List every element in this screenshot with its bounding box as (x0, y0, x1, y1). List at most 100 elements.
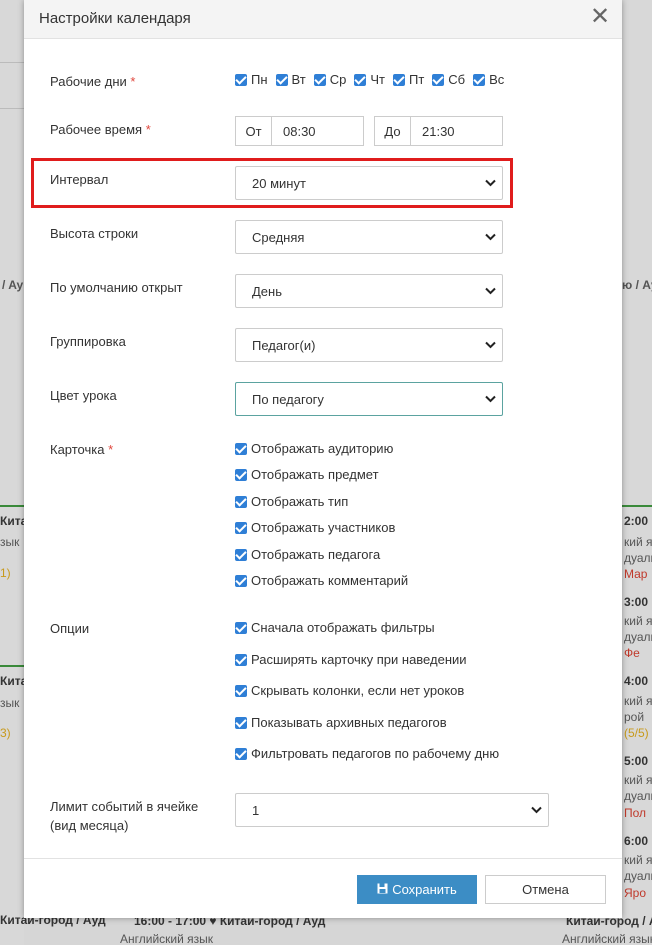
bg-text: дуаль (624, 789, 652, 803)
grouping-label: Группировка (50, 334, 126, 349)
day-checkbox-sat[interactable]: Сб (432, 72, 465, 87)
bg-text: Пол (624, 806, 647, 820)
event-limit-label-line1: Лимит событий в ячейке (50, 799, 199, 814)
lesson-color-select[interactable]: По педагогу (235, 382, 503, 416)
card-option-subject[interactable]: Отображать предмет (235, 467, 379, 482)
checkbox-checked-icon[interactable] (235, 548, 247, 561)
bg-text: кий я (624, 773, 652, 787)
work-time-to-input[interactable]: 21:30 (422, 117, 455, 145)
default-open-label: По умолчанию открыт (50, 280, 183, 295)
chevron-down-icon (480, 341, 500, 349)
option-hide-empty-columns[interactable]: Скрывать колонки, если нет уроков (235, 683, 464, 698)
bg-text: кий я (624, 694, 652, 708)
save-button-label: Сохранить (392, 882, 457, 897)
card-option-participants[interactable]: Отображать участников (235, 520, 395, 535)
close-icon[interactable]: ✕ (590, 5, 610, 29)
calendar-settings-dialog: Настройки календаря ✕ Рабочие дни * Пн В… (24, 0, 622, 918)
chevron-down-icon (480, 395, 500, 403)
bg-text: кий я (624, 535, 652, 549)
cancel-button-label: Отмена (522, 882, 569, 897)
checkbox-checked-icon[interactable] (235, 574, 247, 587)
save-icon (377, 882, 388, 897)
bg-text: рой (624, 710, 645, 724)
grouping-select[interactable]: Педагог(и) (235, 328, 503, 362)
bg-text: ю / Ау (622, 278, 652, 292)
day-checkbox-mon[interactable]: Пн (235, 72, 268, 87)
chevron-down-icon (480, 179, 500, 187)
checkbox-checked-icon[interactable] (313, 73, 326, 86)
day-checkbox-wed[interactable]: Ср (313, 72, 346, 87)
option-filters-first[interactable]: Сначала отображать фильтры (235, 620, 435, 635)
bg-divider (0, 62, 24, 63)
option-show-archived-teachers[interactable]: Показывать архивных педагогов (235, 715, 447, 730)
option-expand-on-hover[interactable]: Расширять карточку при наведении (235, 652, 467, 667)
checkbox-checked-icon[interactable] (235, 521, 247, 534)
chevron-down-icon (480, 287, 500, 295)
row-height-select[interactable]: Средняя (235, 220, 503, 254)
bg-text: 1) (0, 566, 11, 580)
bg-text: 3) (0, 726, 11, 740)
bg-text: / Ay (2, 278, 24, 292)
event-limit-label-line2: (вид месяца) (50, 818, 129, 833)
bg-divider (0, 108, 24, 109)
card-option-type[interactable]: Отображать тип (235, 494, 348, 509)
bg-text: зык (0, 696, 20, 710)
day-checkbox-sun[interactable]: Вс (473, 72, 504, 87)
checkbox-checked-icon[interactable] (432, 73, 445, 86)
option-filter-by-workday[interactable]: Фильтровать педагогов по рабочему дню (235, 746, 499, 761)
day-checkbox-tue[interactable]: Вт (275, 72, 306, 87)
work-days-group: Пн Вт Ср Чт Пт Сб Вс (235, 72, 512, 87)
checkbox-checked-icon[interactable] (354, 73, 367, 86)
bg-text: Мар (624, 567, 648, 581)
checkbox-checked-icon[interactable] (235, 621, 247, 634)
checkbox-checked-icon[interactable] (235, 468, 247, 481)
from-addon: От (236, 117, 272, 145)
calendar-right-column (622, 0, 652, 945)
checkbox-checked-icon[interactable] (235, 442, 247, 455)
checkbox-checked-icon[interactable] (473, 73, 486, 86)
bg-card-top (0, 665, 24, 667)
default-open-select[interactable]: День (235, 274, 503, 308)
bg-text: 5:00 (624, 754, 649, 768)
checkbox-checked-icon[interactable] (235, 653, 247, 666)
checkbox-checked-icon[interactable] (392, 73, 405, 86)
bg-text: Фе (624, 646, 640, 660)
checkbox-checked-icon[interactable] (235, 495, 247, 508)
bg-text: Яро (624, 886, 647, 900)
bg-text: (5/5) (624, 726, 649, 740)
bg-card-top (622, 505, 652, 507)
bg-text: 2:00 (624, 514, 649, 528)
checkbox-checked-icon[interactable] (235, 73, 247, 86)
work-time-from-input[interactable]: 08:30 (283, 117, 316, 145)
card-option-comment[interactable]: Отображать комментарий (235, 573, 408, 588)
day-checkbox-fri[interactable]: Пт (392, 72, 424, 87)
calendar-left-column (0, 0, 24, 945)
day-checkbox-thu[interactable]: Чт (354, 72, 385, 87)
dialog-title: Настройки календаря (39, 10, 191, 27)
work-time-from-field[interactable]: От 08:30 (235, 116, 364, 146)
bg-text: дуаль (624, 630, 652, 644)
bg-text: дуаль (624, 551, 652, 565)
options-label: Опции (50, 621, 90, 636)
bg-text: 4:00 (624, 674, 649, 688)
bg-text: Английский язык (120, 932, 214, 945)
checkbox-checked-icon[interactable] (275, 73, 288, 86)
dialog-header: Настройки календаря ✕ (24, 0, 622, 39)
checkbox-checked-icon[interactable] (235, 716, 247, 729)
card-label: Карточка * (50, 442, 114, 457)
bg-text: Английский язык (562, 932, 652, 945)
bg-text: 6:00 (624, 834, 649, 848)
card-option-room[interactable]: Отображать аудиторию (235, 441, 393, 456)
interval-select[interactable]: 20 минут (235, 166, 503, 200)
card-option-teacher[interactable]: Отображать педагога (235, 547, 380, 562)
checkbox-checked-icon[interactable] (235, 747, 247, 760)
bg-text: дуаль (624, 869, 652, 883)
lesson-color-label: Цвет урока (50, 388, 117, 403)
checkbox-checked-icon[interactable] (235, 684, 247, 697)
work-days-label: Рабочие дни * (50, 74, 136, 89)
row-height-label: Высота строки (50, 226, 139, 241)
work-time-to-field[interactable]: До 21:30 (374, 116, 503, 146)
cancel-button[interactable]: Отмена (485, 875, 606, 904)
save-button[interactable]: Сохранить (357, 875, 477, 904)
event-limit-select[interactable]: 1 (235, 793, 549, 827)
